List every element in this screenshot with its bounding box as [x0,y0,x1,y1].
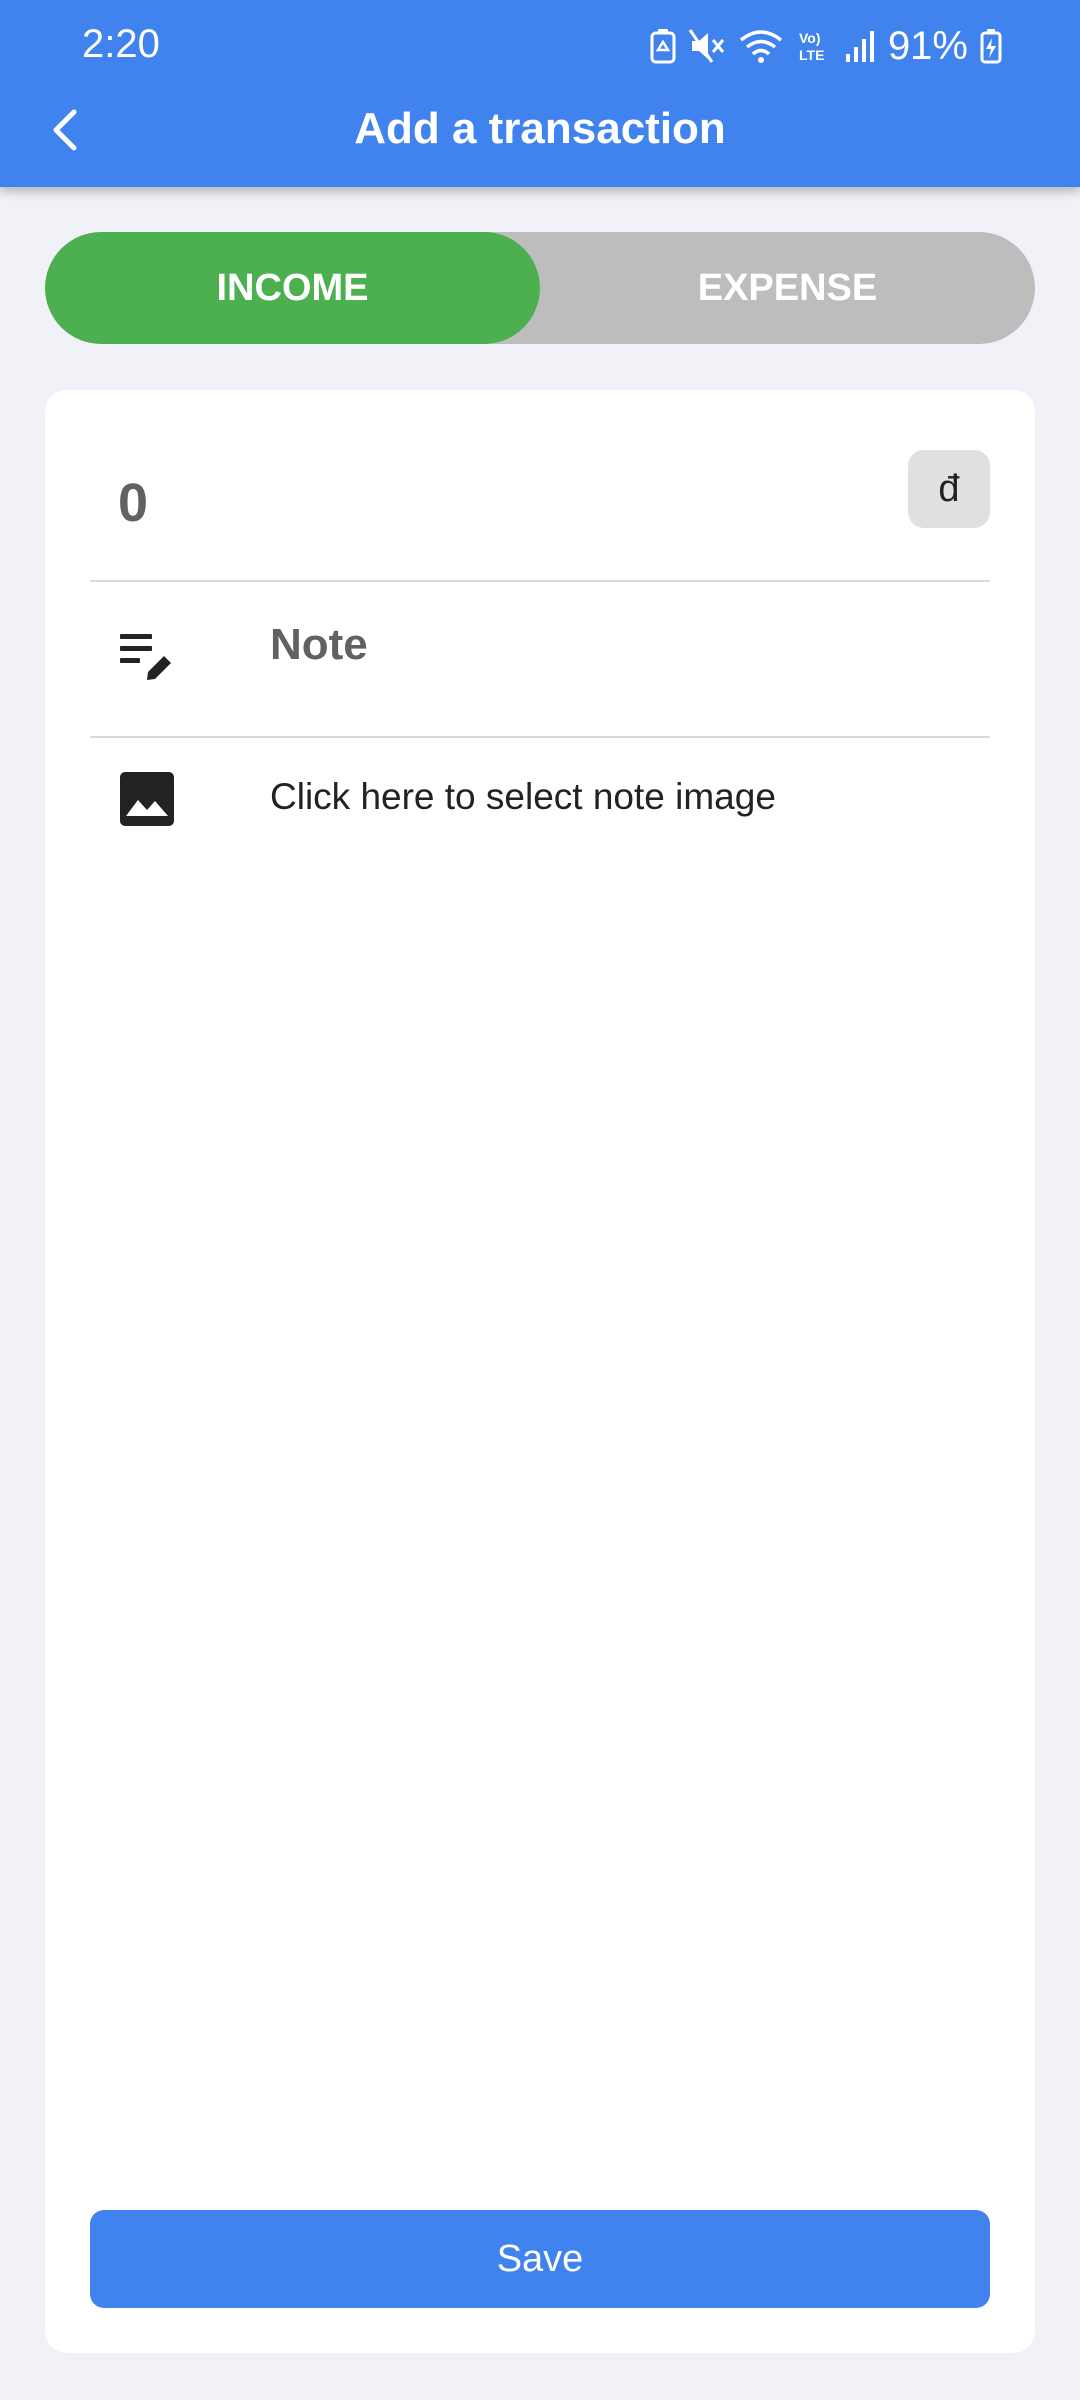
image-icon [120,772,174,826]
save-button[interactable]: Save [90,2210,990,2308]
note-edit-icon [120,634,171,680]
expense-tab[interactable]: EXPENSE [540,232,1035,344]
status-time: 2:20 [82,22,160,66]
battery-saver-icon [650,29,676,64]
signal-icon [845,31,874,62]
income-tab[interactable]: INCOME [45,232,540,344]
status-bar: 2:20 Vo) LTE 91% [0,0,1080,92]
wifi-icon [739,30,783,63]
amount-field[interactable]: 0 đ [90,450,990,570]
note-field[interactable]: Note [90,580,990,730]
volte-icon: Vo) LTE [799,30,824,63]
transaction-form-card: 0 đ Note Click here to select note image… [45,390,1035,2353]
select-image-row[interactable]: Click here to select note image [90,740,990,880]
svg-text:Vo): Vo) [799,30,821,46]
svg-text:LTE: LTE [799,47,824,63]
status-icons: Vo) LTE 91% [650,22,1002,70]
battery-charging-icon [980,29,1002,64]
note-input[interactable]: Note [270,620,368,670]
currency-button[interactable]: đ [908,450,990,528]
mute-icon [688,29,725,63]
page-title: Add a transaction [354,104,726,153]
divider [90,736,990,738]
select-image-label[interactable]: Click here to select note image [270,776,776,818]
app-bar: 2:20 Vo) LTE 91% Add a transaction [0,0,1080,187]
battery-percent: 91% [887,23,968,68]
transaction-type-toggle: INCOME EXPENSE [45,232,1035,344]
amount-value[interactable]: 0 [118,472,148,534]
